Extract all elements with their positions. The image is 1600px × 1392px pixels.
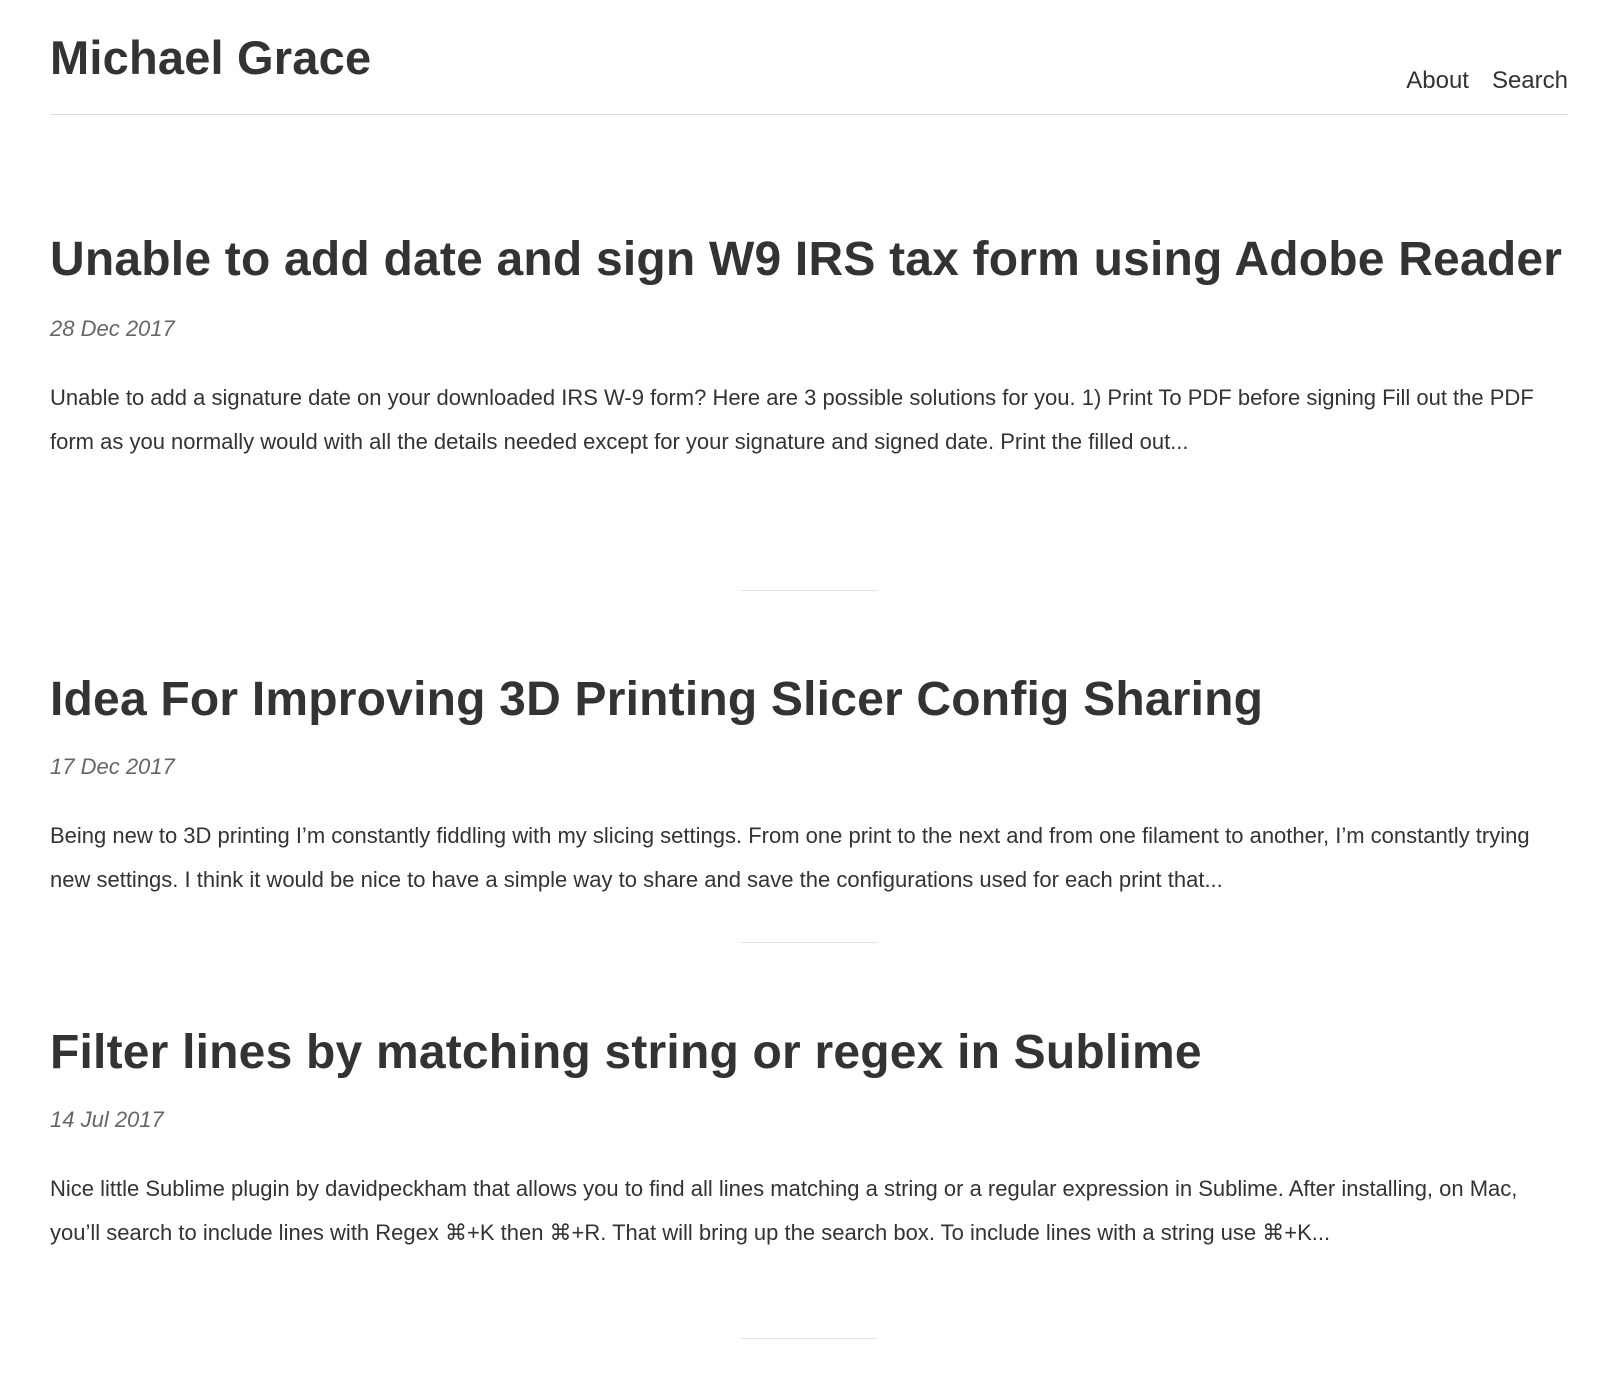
site-title-link[interactable]: Michael Grace: [50, 30, 371, 86]
post-title-link[interactable]: Unable to add date and sign W9 IRS tax f…: [50, 216, 1568, 304]
post-excerpt: Unable to add a signature date on your d…: [50, 385, 1534, 454]
page: Michael Grace About Search Unable to add…: [50, 0, 1568, 1339]
post-divider: [741, 942, 877, 943]
nav-search-link[interactable]: Search: [1492, 66, 1568, 96]
post-divider: [741, 590, 877, 591]
post-title-link[interactable]: Filter lines by matching string or regex…: [50, 1009, 1568, 1097]
site-nav: About Search: [1406, 66, 1568, 96]
post-item: Idea For Improving 3D Printing Slicer Co…: [50, 656, 1568, 902]
post-title-link[interactable]: Idea For Improving 3D Printing Slicer Co…: [50, 656, 1568, 744]
post-date: 17 Dec 2017: [50, 754, 175, 779]
post-date: 28 Dec 2017: [50, 316, 175, 341]
post-item: Unable to add date and sign W9 IRS tax f…: [50, 216, 1568, 464]
post-excerpt: Nice little Sublime plugin by davidpeckh…: [50, 1176, 1518, 1245]
post-date: 14 Jul 2017: [50, 1107, 164, 1132]
post-item: Filter lines by matching string or regex…: [50, 1009, 1568, 1255]
nav-about-link[interactable]: About: [1406, 66, 1469, 96]
post-divider: [741, 1338, 877, 1339]
site-header: Michael Grace About Search: [50, 0, 1568, 115]
post-excerpt: Being new to 3D printing I’m constantly …: [50, 823, 1530, 892]
